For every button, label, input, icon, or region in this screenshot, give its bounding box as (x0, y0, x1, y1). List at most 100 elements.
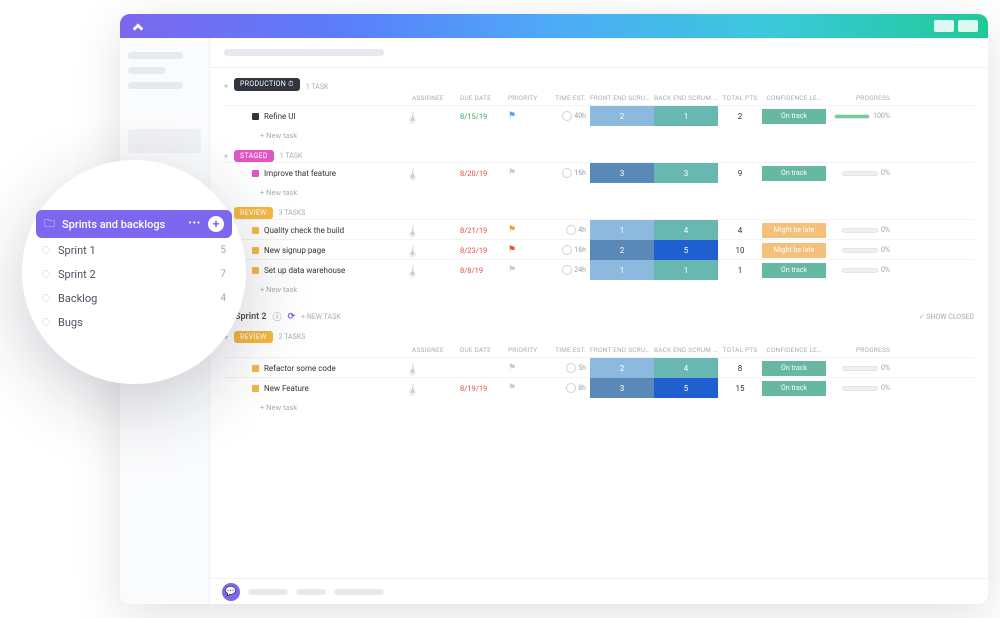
titlebar (120, 14, 988, 38)
task-row[interactable]: Quality check the build ⚙ 8/21/19 ⚑ 4h 1… (224, 219, 974, 239)
popout-list-item[interactable]: Sprint 1 5 (36, 238, 232, 262)
task-row[interactable]: Refactor some code ⚙ ⚑ 5h 2 4 8 On track… (224, 357, 974, 377)
progress-indicator: 0% (826, 169, 890, 177)
chevron-down-icon: ▾ (224, 152, 228, 161)
column-headers: ASSIGNEE DUE DATE PRIORITY TIME EST. FRO… (224, 91, 974, 105)
sprint-section-header[interactable]: Sprint 2 ⓘ ⟳ + NEW TASK ✓ SHOW CLOSED (224, 310, 974, 323)
priority-flag-icon: ⚑ (508, 111, 548, 121)
task-row[interactable]: New Feature ⚙ 8/19/19 ⚑ 8h 3 5 15 On tra… (224, 377, 974, 397)
section-new-task[interactable]: + NEW TASK (301, 313, 341, 321)
priority-flag-icon: ⚑ (508, 245, 548, 255)
status-pill[interactable]: PRODUCTION ⏱ (234, 78, 300, 91)
toolbar (210, 38, 988, 68)
time-estimate: 8h (548, 383, 590, 393)
chevron-down-icon[interactable]: ▾ (224, 82, 228, 91)
assignee-avatar[interactable]: ⚙ (412, 168, 414, 179)
column-headers: ASSIGNEE DUE DATE PRIORITY TIME EST. FRO… (224, 343, 974, 357)
front-pts: 1 (590, 220, 654, 240)
col-time-est: TIME EST. (548, 94, 590, 102)
more-icon[interactable]: ••• (189, 219, 201, 229)
popout-list-item[interactable]: Backlog 4 (36, 286, 232, 310)
col-progress: PROGRESS (826, 94, 890, 102)
due-date: 8/19/19 (460, 384, 508, 393)
col-assignee: ASSIGNEE (412, 94, 460, 102)
new-task-button[interactable]: + New task (224, 182, 974, 199)
popout-item-count: 7 (220, 269, 226, 280)
new-task-button[interactable]: + New task (224, 397, 974, 414)
chat-button[interactable]: 💬 (222, 583, 240, 601)
new-task-button[interactable]: + New task (224, 125, 974, 142)
task-row[interactable]: New signup page ⚙ 8/23/19 ⚑ 16h 2 5 10 M… (224, 239, 974, 259)
priority-flag-icon: ⚑ (508, 383, 548, 393)
popout-item-label: Sprint 1 (58, 244, 212, 257)
gear-icon: ⚙ (409, 231, 416, 238)
front-pts: 2 (590, 106, 654, 126)
time-estimate: 40h (548, 111, 590, 121)
col-confidence: CONFIDENCE LE… (762, 346, 826, 354)
popout-list-item[interactable]: Sprint 2 7 (36, 262, 232, 286)
popout-header[interactable]: 🗀 Sprints and backlogs ••• + (36, 210, 232, 238)
task-name: New signup page (252, 246, 412, 255)
task-row[interactable]: Improve that feature ⚙ 8/20/19 ⚑ 16h 3 3… (224, 162, 974, 182)
confidence-badge: Might be late (762, 243, 826, 258)
due-date: 8/23/19 (460, 246, 508, 255)
footer: 💬 (210, 578, 988, 604)
assignee-avatar[interactable]: ⚙ (412, 111, 414, 122)
back-pts: 5 (654, 378, 718, 398)
total-pts: 1 (718, 266, 762, 275)
popout-item-label: Backlog (58, 292, 212, 305)
task-name: Refactor some code (252, 364, 412, 373)
status-circle-icon (42, 318, 50, 326)
gear-icon: ⚙ (409, 117, 416, 124)
progress-indicator: 0% (826, 266, 890, 274)
task-row[interactable]: Refine UI ⚙ 8/15/19 ⚑ 40h 2 1 2 On track… (224, 105, 974, 125)
new-task-button[interactable]: + New task (224, 279, 974, 296)
col-due-date: DUE DATE (460, 94, 508, 102)
col-priority: PRIORITY (508, 346, 548, 354)
confidence-badge: On track (762, 166, 826, 181)
total-pts: 15 (718, 384, 762, 393)
status-circle-icon (42, 270, 50, 278)
gear-icon: ⚙ (409, 271, 416, 278)
sidebar-search-placeholder[interactable] (128, 129, 201, 153)
priority-flag-icon: ⚑ (508, 363, 548, 373)
assignee-avatar[interactable]: ⚙ (412, 383, 414, 394)
popout-item-count: 5 (220, 245, 226, 256)
assignee-avatar[interactable]: ⚙ (412, 245, 414, 256)
status-group-header[interactable]: ▾ REVIEW 3 TASKS (224, 207, 974, 219)
assignee-avatar[interactable]: ⚙ (412, 265, 414, 276)
popout-title: Sprints and backlogs (62, 218, 182, 231)
time-estimate: 5h (548, 363, 590, 373)
col-time-est: TIME EST. (548, 346, 590, 354)
add-button[interactable]: + (208, 216, 224, 232)
status-group-header[interactable]: ▾ REVIEW 2 TASKS (224, 331, 974, 343)
assignee-avatar[interactable]: ⚙ (412, 225, 414, 236)
back-pts: 5 (654, 240, 718, 260)
priority-flag-icon: ⚑ (508, 265, 548, 275)
time-estimate: 4h (548, 225, 590, 235)
col-total-pts: TOTAL PTS (718, 346, 762, 354)
front-pts: 2 (590, 358, 654, 378)
sidebar-popout: 🗀 Sprints and backlogs ••• + Sprint 1 5 … (22, 160, 246, 384)
progress-indicator: 0% (826, 226, 890, 234)
show-closed-toggle[interactable]: ✓ SHOW CLOSED (919, 313, 974, 321)
task-name: Refine UI (252, 112, 412, 121)
total-pts: 9 (718, 169, 762, 178)
main-panel: ▾ PRODUCTION ⏱ 1 TASK ASSIGNEE DUE DATE … (210, 38, 988, 604)
status-group-header[interactable]: ▾ STAGED 1 TASK (224, 150, 974, 162)
status-circle-icon (42, 294, 50, 302)
popout-item-count: 4 (220, 293, 226, 304)
window-controls[interactable] (934, 20, 978, 32)
col-back-pts: BACK END SCRUM PTS (654, 94, 718, 102)
popout-list-item[interactable]: Bugs (36, 310, 232, 334)
total-pts: 2 (718, 112, 762, 121)
task-row[interactable]: Set up data warehouse ⚙ 8/8/19 ⚑ 24h 1 1… (224, 259, 974, 279)
task-name: Set up data warehouse (252, 266, 412, 275)
col-due-date: DUE DATE (460, 346, 508, 354)
back-pts: 3 (654, 163, 718, 183)
app-window: ▾ PRODUCTION ⏱ 1 TASK ASSIGNEE DUE DATE … (120, 14, 988, 604)
col-confidence: CONFIDENCE LE… (762, 94, 826, 102)
assignee-avatar[interactable]: ⚙ (412, 363, 414, 374)
due-date: 8/15/19 (460, 112, 508, 121)
popout-item-label: Sprint 2 (58, 268, 212, 281)
